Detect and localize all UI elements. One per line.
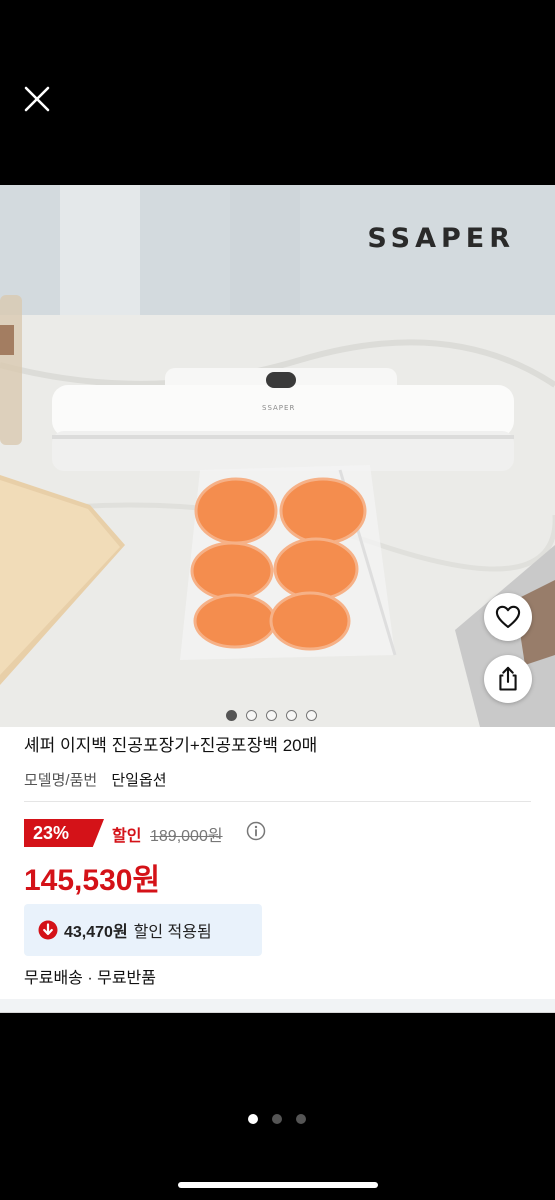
pager-dot[interactable] [296,1114,306,1124]
coupon-text: 할인 적용됨 [133,924,212,941]
carousel-dot[interactable] [246,710,257,721]
original-price: 189,000원 [150,828,223,845]
product-info: 셰퍼 이지백 진공포장기+진공포장백 20매 모델명/품번 단일옵션 23% 할… [0,727,555,1013]
product-image[interactable]: SSAPER SSAPER [0,185,555,727]
coupon-amount: 43,470원 [64,924,128,941]
pager-dot[interactable] [248,1114,258,1124]
brand-logo: SSAPER [367,223,515,254]
share-icon [499,666,517,691]
viewer-pager[interactable] [248,1114,306,1124]
carousel-dot[interactable] [226,710,237,721]
home-indicator[interactable] [178,1182,378,1188]
share-button[interactable] [484,655,532,703]
carousel-dot[interactable] [266,710,277,721]
product-title: 셰퍼 이지백 진공포장기+진공포장백 20매 [24,736,318,755]
model-label: 모델명/품번 [24,772,98,789]
image-carousel-dots[interactable] [226,710,317,721]
product-photo [0,185,555,727]
model-row: 모델명/품번 단일옵션 [24,769,167,790]
model-value: 단일옵션 [111,772,167,789]
shipping-info: 무료배송 · 무료반품 [24,970,156,987]
discount-rate-badge: 23% [24,819,104,847]
carousel-dot[interactable] [306,710,317,721]
close-button[interactable] [20,82,54,116]
close-icon [24,86,50,112]
coupon-discount-banner: 43,470원 할인 적용됨 [24,904,262,956]
final-price: 145,530원 [24,864,161,897]
pager-dot[interactable] [272,1114,282,1124]
arrow-down-circle-icon [38,920,58,940]
heart-icon [495,605,521,628]
sale-label: 할인 [112,828,142,845]
divider [24,801,531,802]
carousel-dot[interactable] [286,710,297,721]
device-brand-label: SSAPER [262,404,296,412]
section-divider [0,999,555,1013]
like-button[interactable] [484,593,532,641]
info-icon[interactable] [246,821,266,841]
